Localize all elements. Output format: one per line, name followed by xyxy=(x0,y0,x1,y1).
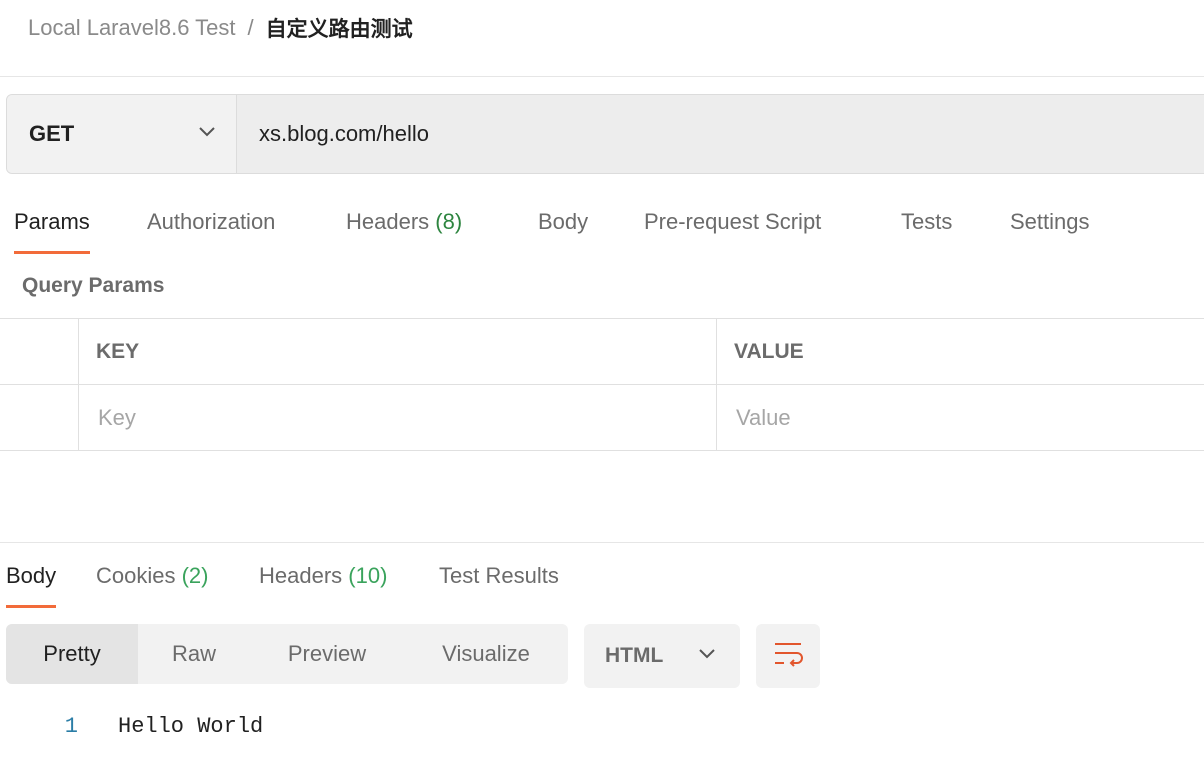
tab-settings-label: Settings xyxy=(1010,209,1090,234)
format-preview-button[interactable]: Preview xyxy=(250,624,404,684)
method-label: GET xyxy=(29,121,75,146)
tab-pre-request-script-label: Pre-request Script xyxy=(644,209,822,234)
key-column-header: KEY xyxy=(96,339,140,363)
request-name[interactable]: 自定义路由测试 xyxy=(266,13,413,43)
wrap-lines-button[interactable] xyxy=(756,624,820,688)
format-raw-button[interactable]: Raw xyxy=(138,624,250,684)
response-tabs: Body Cookies (2) Headers (10) Test Resul… xyxy=(0,550,1204,608)
breadcrumb-collection[interactable]: Local Laravel8.6 Test xyxy=(28,15,236,41)
line-number: 1 xyxy=(64,713,78,739)
format-raw-label: Raw xyxy=(171,641,216,666)
param-value-input[interactable] xyxy=(734,403,1181,432)
params-row-check xyxy=(0,385,79,450)
params-value-cell xyxy=(717,385,1204,450)
tab-headers-count: (8) xyxy=(435,209,463,234)
response-tab-cookies[interactable]: Cookies (2) xyxy=(96,550,209,608)
response-tab-body-label: Body xyxy=(6,563,57,588)
response-tab-test-results[interactable]: Test Results xyxy=(439,550,559,608)
code-text[interactable]: Hello World xyxy=(118,714,263,739)
wrap-lines-icon xyxy=(773,641,803,672)
tab-params-label: Params xyxy=(14,209,90,234)
request-tabs: Params Authorization Headers (8) Body Pr… xyxy=(0,196,1204,254)
response-tab-headers-label: Headers xyxy=(259,563,343,588)
request-bar: GET xyxy=(6,94,1204,174)
response-tab-cookies-label: Cookies xyxy=(96,563,176,588)
method-select[interactable]: GET xyxy=(7,95,237,173)
value-column-header: VALUE xyxy=(734,339,804,363)
format-pretty-button[interactable]: Pretty xyxy=(6,624,138,684)
chevron-down-icon xyxy=(698,647,716,665)
response-tab-body[interactable]: Body xyxy=(6,550,57,608)
tab-body[interactable]: Body xyxy=(538,196,588,254)
params-key-header-cell: KEY xyxy=(79,319,717,384)
params-check-column xyxy=(0,319,79,384)
language-select[interactable]: HTML xyxy=(584,624,740,688)
response-tab-headers-count: (10) xyxy=(348,563,388,588)
response-tab-headers[interactable]: Headers (10) xyxy=(259,550,387,608)
chevron-down-icon xyxy=(198,125,216,143)
params-table: KEY VALUE xyxy=(0,318,1204,451)
body-format-toggle: Pretty Raw Preview Visualize xyxy=(6,624,568,684)
tab-params[interactable]: Params xyxy=(14,196,90,254)
tab-authorization[interactable]: Authorization xyxy=(147,196,275,254)
tab-tests[interactable]: Tests xyxy=(901,196,952,254)
params-key-cell xyxy=(79,385,717,450)
language-label: HTML xyxy=(605,644,664,667)
format-visualize-label: Visualize xyxy=(442,641,530,666)
tab-body-label: Body xyxy=(538,209,589,234)
tab-tests-label: Tests xyxy=(901,209,953,234)
code-line: 1 Hello World xyxy=(0,708,1204,744)
query-params-title: Query Params xyxy=(22,274,165,297)
tab-pre-request-script[interactable]: Pre-request Script xyxy=(644,196,821,254)
response-tab-cookies-count: (2) xyxy=(181,563,209,588)
tab-headers[interactable]: Headers (8) xyxy=(346,196,462,254)
format-visualize-button[interactable]: Visualize xyxy=(404,624,568,684)
url-input[interactable] xyxy=(237,95,1204,173)
param-key-input[interactable] xyxy=(96,403,685,432)
tab-headers-label: Headers xyxy=(346,209,430,234)
params-header-row: KEY VALUE xyxy=(0,319,1204,385)
params-row xyxy=(0,385,1204,451)
tab-settings[interactable]: Settings xyxy=(1010,196,1090,254)
format-preview-label: Preview xyxy=(287,641,367,666)
params-value-header-cell: VALUE xyxy=(717,319,1204,384)
breadcrumb: Local Laravel8.6 Test / 自定义路由测试 xyxy=(28,12,413,44)
breadcrumb-separator: / xyxy=(247,15,254,40)
format-pretty-label: Pretty xyxy=(43,641,101,666)
response-tab-test-results-label: Test Results xyxy=(439,563,559,588)
top-divider xyxy=(0,76,1204,77)
tab-authorization-label: Authorization xyxy=(147,209,276,234)
response-divider[interactable] xyxy=(0,542,1204,543)
